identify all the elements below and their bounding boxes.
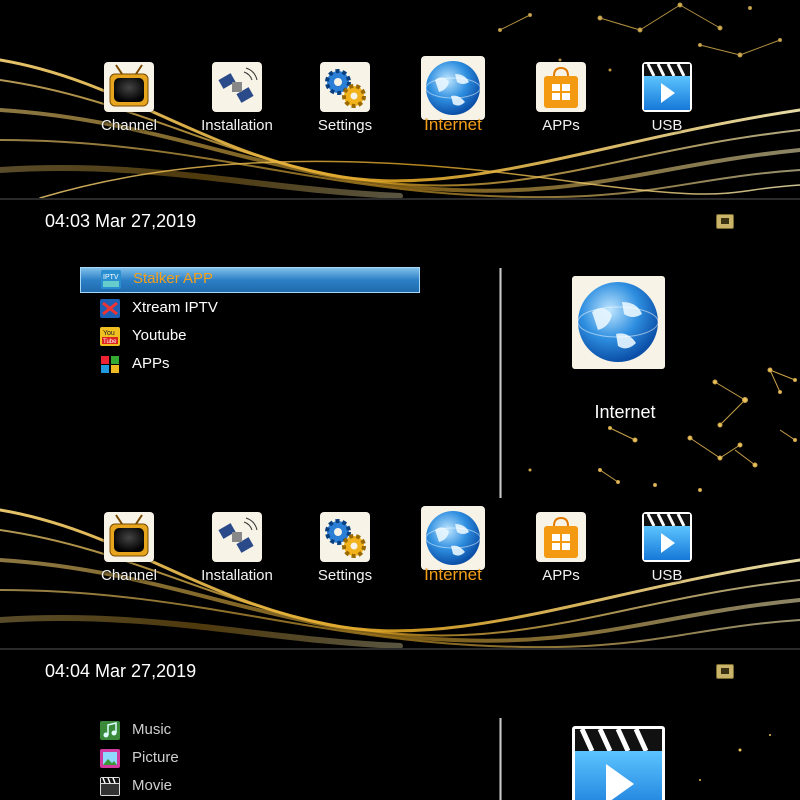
clock-text: 04:03 Mar 27,2019	[45, 211, 197, 231]
clapper-play-icon	[642, 512, 692, 562]
main-menu-frame-1: Channel Installation Settings Internet A…	[0, 0, 800, 198]
nav-item-apps[interactable]: APPs	[506, 62, 616, 172]
nav-item-channel[interactable]: Channel	[74, 512, 184, 622]
nav-item-settings[interactable]: Settings	[290, 62, 400, 172]
globe-icon	[421, 506, 485, 570]
panel-divider	[499, 718, 502, 800]
nav-item-internet[interactable]: Internet	[398, 506, 508, 622]
satellite-icon	[212, 512, 262, 562]
nav-item-usb[interactable]: USB	[612, 62, 722, 172]
list-item-movie[interactable]: Movie	[80, 774, 420, 800]
storage-status-icon	[716, 664, 734, 679]
gears-icon	[320, 512, 370, 562]
list-item-label: Music	[132, 721, 172, 738]
svg-text:Tube: Tube	[103, 339, 117, 345]
list-item-youtube[interactable]: You Tube Youtube	[80, 324, 420, 350]
list-item-music[interactable]: Music	[80, 718, 420, 744]
nav-item-internet[interactable]: Internet	[398, 56, 508, 172]
clapper-play-icon	[642, 62, 692, 112]
globe-icon	[421, 56, 485, 120]
nav-label-settings: Settings	[317, 117, 373, 134]
main-menu-bar: Channel Installation Settings Internet A…	[0, 506, 800, 648]
nav-item-usb[interactable]: USB	[612, 512, 722, 622]
xtream-icon	[100, 299, 120, 318]
list-item-apps[interactable]: APPs	[80, 352, 420, 378]
apps-grid-icon	[100, 355, 120, 374]
svg-text:You: You	[103, 330, 115, 337]
list-item-picture[interactable]: Picture	[80, 746, 420, 772]
main-menu-bar: Channel Installation Settings Internet A…	[0, 56, 800, 198]
list-item-label: Movie	[132, 777, 173, 794]
apps-bag-icon	[536, 62, 586, 112]
internet-screen-frame: 04:03 Mar 27,2019 IPTV Stalker APP Xtrea…	[0, 200, 800, 648]
list-item-label: Picture	[132, 749, 179, 766]
panel-divider	[499, 268, 502, 498]
svg-text:IPTV: IPTV	[103, 274, 119, 281]
satellite-icon	[212, 62, 262, 112]
preview-globe-icon	[572, 276, 665, 369]
clock-text: 04:04 Mar 27,2019	[45, 661, 197, 681]
list-item-label: APPs	[132, 355, 170, 372]
nav-label-apps: APPs	[542, 117, 580, 134]
nav-item-installation[interactable]: Installation	[182, 62, 292, 172]
list-item-label: Xtream IPTV	[132, 299, 218, 316]
list-item-xtream-iptv[interactable]: Xtream IPTV	[80, 296, 420, 322]
iptv-icon: IPTV	[101, 270, 121, 289]
nav-label-settings: Settings	[317, 567, 373, 584]
storage-status-icon	[716, 214, 734, 229]
movie-icon	[100, 777, 120, 796]
nav-label-channel: Channel	[101, 117, 157, 134]
usb-screen-frame: 04:04 Mar 27,2019 Music Picture Movie	[0, 650, 800, 800]
nav-label-internet: Internet	[424, 115, 482, 134]
nav-label-apps: APPs	[542, 567, 580, 584]
list-item-label: Stalker APP	[133, 270, 214, 287]
tv-icon	[104, 512, 154, 562]
nav-label-internet: Internet	[424, 565, 482, 584]
preview-label: Internet	[594, 402, 656, 422]
nav-label-installation: Installation	[201, 567, 273, 584]
nav-item-settings[interactable]: Settings	[290, 512, 400, 622]
tv-icon	[104, 62, 154, 112]
preview-clapper-play-icon	[572, 726, 665, 800]
nav-item-apps[interactable]: APPs	[506, 512, 616, 622]
nav-item-channel[interactable]: Channel	[74, 62, 184, 172]
nav-label-usb: USB	[651, 117, 683, 134]
youtube-icon: You Tube	[100, 327, 120, 346]
nav-item-installation[interactable]: Installation	[182, 512, 292, 622]
apps-bag-icon	[536, 512, 586, 562]
gears-icon	[320, 62, 370, 112]
picture-icon	[100, 749, 120, 768]
nav-label-channel: Channel	[101, 567, 157, 584]
list-item-label: Youtube	[132, 327, 187, 344]
music-icon	[100, 721, 120, 740]
list-item-stalker-app[interactable]: IPTV Stalker APP	[80, 267, 420, 293]
nav-label-installation: Installation	[201, 117, 273, 134]
nav-label-usb: USB	[651, 567, 683, 584]
